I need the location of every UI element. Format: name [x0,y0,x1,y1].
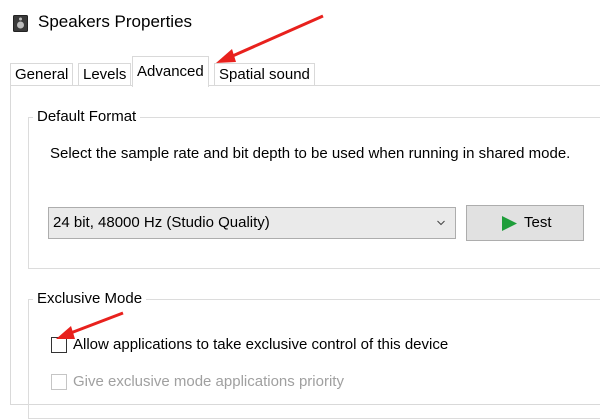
tab-advanced[interactable]: Advanced [132,56,209,87]
allow-exclusive-label[interactable]: Allow applications to take exclusive con… [73,336,448,353]
play-icon [502,216,517,231]
format-dropdown-value: 24 bit, 48000 Hz (Studio Quality) [53,214,270,231]
allow-exclusive-checkbox[interactable] [51,337,67,353]
exclusive-mode-group [28,299,600,419]
format-dropdown[interactable]: 24 bit, 48000 Hz (Studio Quality) [48,207,456,239]
title-bar: Speakers Properties [0,0,600,48]
exclusive-priority-checkbox[interactable] [51,374,67,390]
tab-general[interactable]: General [10,63,74,85]
window-title: Speakers Properties [38,12,193,31]
exclusive-priority-label: Give exclusive mode applications priorit… [73,373,344,390]
tab-levels[interactable]: Levels [78,63,132,85]
default-format-title: Default Format [33,108,141,125]
chevron-down-icon [437,220,445,226]
default-format-description: Select the sample rate and bit depth to … [50,145,571,162]
speaker-icon [13,15,28,32]
default-format-group [28,117,600,269]
exclusive-mode-title: Exclusive Mode [33,290,147,307]
test-button[interactable]: Test [466,205,584,241]
test-button-label: Test [524,214,552,231]
tab-spatial-sound[interactable]: Spatial sound [214,63,315,85]
